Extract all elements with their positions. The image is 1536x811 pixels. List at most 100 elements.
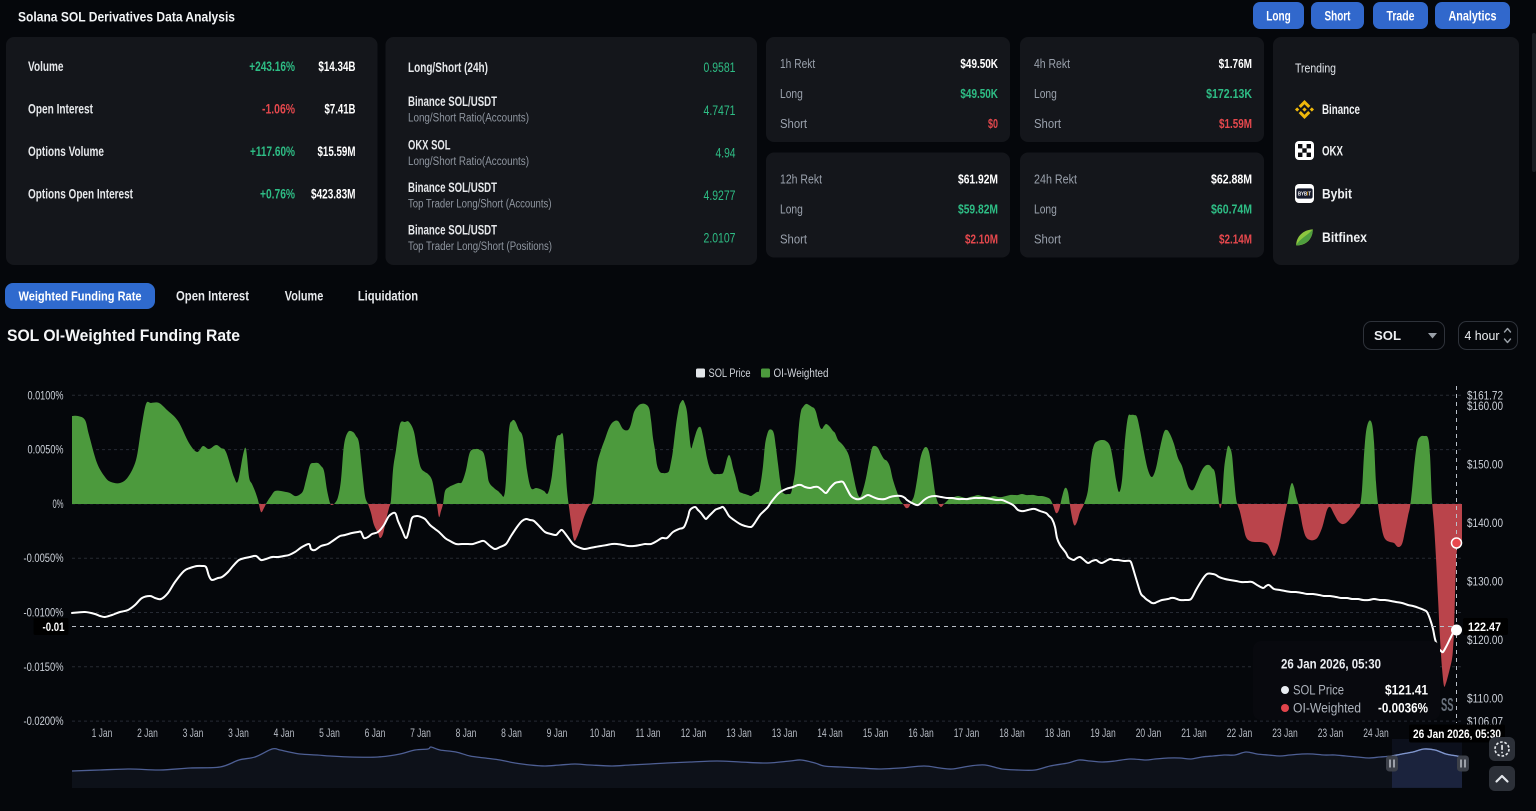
svg-text:+243.16%: +243.16% bbox=[249, 59, 295, 74]
svg-text:14 Jan: 14 Jan bbox=[817, 726, 843, 740]
svg-text:SOL: SOL bbox=[1374, 328, 1401, 343]
svg-text:0.9581: 0.9581 bbox=[704, 59, 736, 75]
svg-text:$2.10M: $2.10M bbox=[965, 232, 998, 247]
svg-text:$49.50K: $49.50K bbox=[960, 56, 998, 71]
svg-text:1h Rekt: 1h Rekt bbox=[780, 56, 815, 71]
svg-text:5 Jan: 5 Jan bbox=[319, 726, 340, 740]
svg-text:Short: Short bbox=[780, 232, 807, 247]
svg-text:13 Jan: 13 Jan bbox=[772, 726, 798, 740]
svg-text:$160.00: $160.00 bbox=[1467, 401, 1503, 413]
svg-text:Trade: Trade bbox=[1387, 9, 1415, 24]
svg-text:OI-Weighted: OI-Weighted bbox=[774, 368, 829, 380]
svg-text:Volume: Volume bbox=[28, 59, 64, 74]
svg-text:$15.59M: $15.59M bbox=[318, 144, 356, 159]
svg-text:Binance: Binance bbox=[1322, 102, 1360, 117]
svg-text:7 Jan: 7 Jan bbox=[410, 726, 431, 740]
svg-text:-0.0036%: -0.0036% bbox=[1378, 700, 1428, 716]
svg-text:Short: Short bbox=[1325, 9, 1351, 24]
svg-text:4 Jan: 4 Jan bbox=[274, 726, 295, 740]
svg-text:22 Jan: 22 Jan bbox=[1227, 726, 1253, 740]
svg-text:Top Trader Long/Short (Positio: Top Trader Long/Short (Positions) bbox=[408, 241, 552, 253]
svg-text:OI-Weighted: OI-Weighted bbox=[1293, 701, 1361, 716]
svg-text:Long: Long bbox=[1034, 202, 1057, 217]
svg-text:$14.34B: $14.34B bbox=[318, 59, 355, 74]
svg-text:Weighted Funding Rate: Weighted Funding Rate bbox=[19, 290, 142, 304]
svg-text:$172.13K: $172.13K bbox=[1206, 86, 1252, 101]
svg-text:SOL Price: SOL Price bbox=[1293, 683, 1344, 698]
svg-text:23 Jan: 23 Jan bbox=[1318, 726, 1344, 740]
svg-text:26 Jan 2026, 05:30: 26 Jan 2026, 05:30 bbox=[1413, 727, 1501, 741]
svg-text:Open Interest: Open Interest bbox=[28, 102, 93, 117]
svg-text:6 Jan: 6 Jan bbox=[365, 726, 386, 740]
svg-text:OKX SOL: OKX SOL bbox=[408, 137, 451, 152]
svg-text:1 Jan: 1 Jan bbox=[92, 726, 113, 740]
svg-text:24h Rekt: 24h Rekt bbox=[1034, 172, 1077, 187]
svg-text:Long/Short Ratio(Accounts): Long/Short Ratio(Accounts) bbox=[408, 156, 529, 168]
svg-text:4h Rekt: 4h Rekt bbox=[1034, 56, 1070, 71]
svg-text:BYBIT: BYBIT bbox=[1298, 192, 1311, 198]
svg-text:Long: Long bbox=[780, 86, 803, 101]
svg-text:26 Jan 2026, 05:30: 26 Jan 2026, 05:30 bbox=[1281, 656, 1381, 672]
svg-text:$1.59M: $1.59M bbox=[1219, 116, 1252, 131]
svg-text:24 Jan: 24 Jan bbox=[1363, 726, 1389, 740]
svg-text:13 Jan: 13 Jan bbox=[726, 726, 752, 740]
svg-text:Options Volume: Options Volume bbox=[28, 144, 104, 159]
svg-text:10 Jan: 10 Jan bbox=[590, 726, 616, 740]
svg-text:+0.76%: +0.76% bbox=[260, 187, 295, 202]
svg-text:$121.41: $121.41 bbox=[1385, 682, 1428, 698]
svg-text:$2.14M: $2.14M bbox=[1219, 232, 1252, 247]
svg-text:$62.88M: $62.88M bbox=[1211, 172, 1252, 187]
svg-text:Bitfinex: Bitfinex bbox=[1322, 230, 1367, 245]
svg-text:Binance SOL/USDT: Binance SOL/USDT bbox=[408, 223, 498, 238]
svg-text:21 Jan: 21 Jan bbox=[1181, 726, 1207, 740]
svg-text:Analytics: Analytics bbox=[1449, 9, 1497, 24]
svg-text:3 Jan: 3 Jan bbox=[183, 726, 204, 740]
svg-text:$150.00: $150.00 bbox=[1467, 459, 1503, 471]
svg-text:-0.0200%: -0.0200% bbox=[24, 716, 64, 728]
svg-text:$423.83M: $423.83M bbox=[311, 187, 356, 202]
svg-text:-0.0050%: -0.0050% bbox=[24, 553, 64, 565]
svg-text:SS: SS bbox=[1441, 695, 1454, 715]
svg-text:20 Jan: 20 Jan bbox=[1136, 726, 1162, 740]
svg-text:16 Jan: 16 Jan bbox=[908, 726, 934, 740]
svg-text:Options Open Interest: Options Open Interest bbox=[28, 187, 133, 202]
svg-text:Trending: Trending bbox=[1295, 61, 1336, 76]
svg-text:2 Jan: 2 Jan bbox=[137, 726, 158, 740]
svg-text:Binance SOL/USDT: Binance SOL/USDT bbox=[408, 94, 498, 109]
svg-text:0%: 0% bbox=[53, 499, 64, 511]
svg-text:3 Jan: 3 Jan bbox=[228, 726, 249, 740]
svg-text:+117.60%: +117.60% bbox=[250, 144, 295, 159]
svg-text:Short: Short bbox=[1034, 232, 1061, 247]
svg-text:-0.0150%: -0.0150% bbox=[24, 662, 64, 674]
svg-text:OKX: OKX bbox=[1322, 143, 1343, 158]
svg-text:$60.74M: $60.74M bbox=[1211, 202, 1252, 217]
svg-text:SOL OI-Weighted Funding Rate: SOL OI-Weighted Funding Rate bbox=[7, 326, 240, 345]
svg-text:$1.76M: $1.76M bbox=[1219, 56, 1252, 71]
svg-text:23 Jan: 23 Jan bbox=[1272, 726, 1298, 740]
svg-text:8 Jan: 8 Jan bbox=[501, 726, 522, 740]
svg-text:Top Trader Long/Short (Account: Top Trader Long/Short (Accounts) bbox=[408, 198, 552, 210]
svg-text:Long: Long bbox=[780, 202, 803, 217]
svg-text:Long: Long bbox=[1266, 9, 1291, 24]
svg-text:4.7471: 4.7471 bbox=[704, 102, 736, 118]
svg-text:Liquidation: Liquidation bbox=[358, 289, 418, 304]
svg-text:Volume: Volume bbox=[285, 289, 324, 304]
svg-text:Open Interest: Open Interest bbox=[176, 289, 249, 304]
svg-text:-1.06%: -1.06% bbox=[262, 102, 295, 117]
svg-text:2.0107: 2.0107 bbox=[704, 229, 736, 245]
svg-text:-0.01: -0.01 bbox=[43, 620, 65, 634]
svg-text:17 Jan: 17 Jan bbox=[954, 726, 980, 740]
svg-text:8 Jan: 8 Jan bbox=[456, 726, 477, 740]
svg-text:Long/Short (24h): Long/Short (24h) bbox=[408, 60, 488, 75]
svg-text:$140.00: $140.00 bbox=[1467, 518, 1503, 530]
svg-text:11 Jan: 11 Jan bbox=[636, 726, 661, 740]
svg-text:$7.41B: $7.41B bbox=[325, 102, 356, 117]
svg-text:18 Jan: 18 Jan bbox=[999, 726, 1025, 740]
svg-text:4 hour: 4 hour bbox=[1465, 329, 1500, 343]
svg-text:0.0050%: 0.0050% bbox=[28, 445, 64, 457]
svg-text:18 Jan: 18 Jan bbox=[1045, 726, 1071, 740]
svg-text:$49.50K: $49.50K bbox=[960, 86, 998, 101]
svg-text:Long/Short Ratio(Accounts): Long/Short Ratio(Accounts) bbox=[408, 113, 529, 125]
svg-text:Bybit: Bybit bbox=[1322, 187, 1352, 202]
svg-text:$61.92M: $61.92M bbox=[958, 172, 998, 187]
